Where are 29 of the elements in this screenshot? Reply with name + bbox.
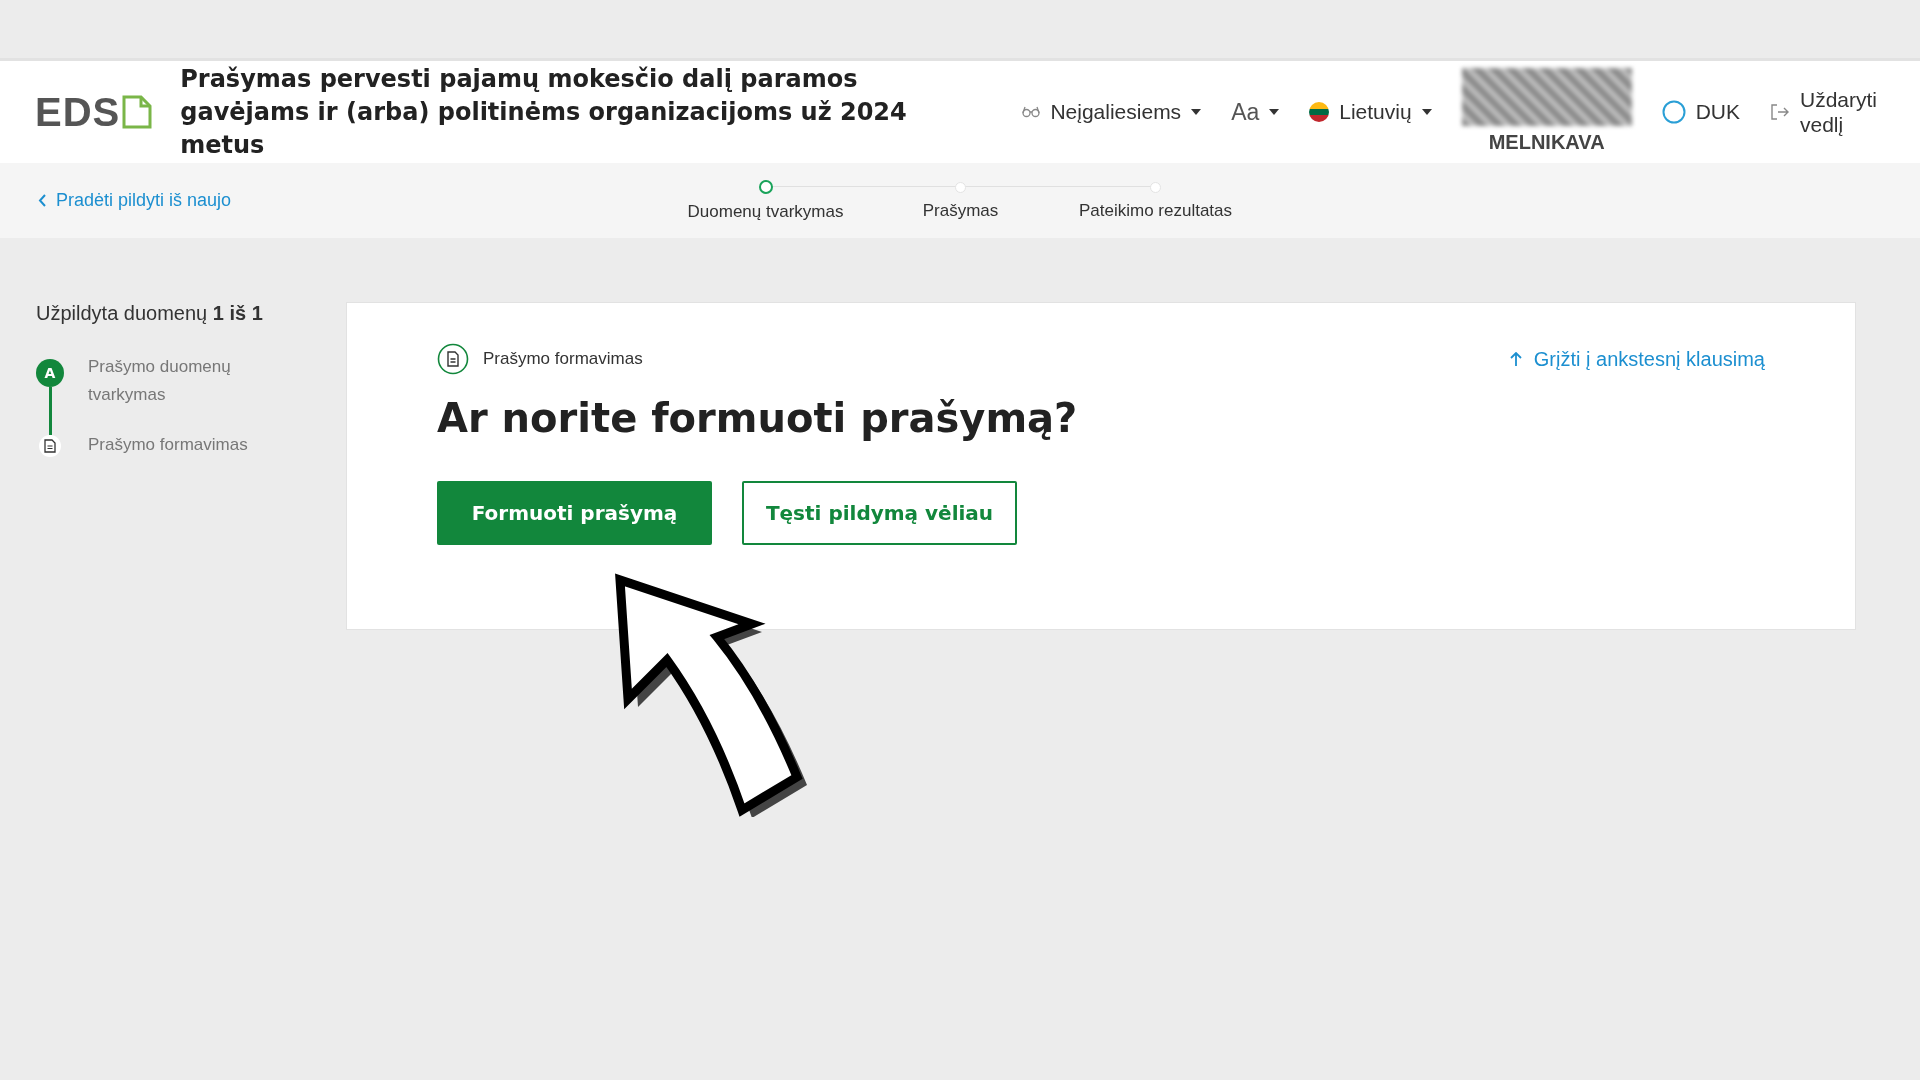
continue-later-button[interactable]: Tęsti pildymą vėliau [742, 481, 1017, 545]
step-badge: A [36, 359, 64, 387]
step-label[interactable]: Pateikimo rezultatas [1078, 200, 1233, 221]
nav-link[interactable]: Lietuvių [1309, 100, 1432, 124]
logo-text: EDS [35, 89, 121, 135]
nav-link[interactable]: DUK [1661, 100, 1740, 124]
user-name[interactable]: MELNIKAVA [1488, 131, 1605, 160]
nav-link[interactable]: Uždaryti vedlį [1770, 87, 1890, 137]
progress-text: Užpildyta duomenų 1 iš 1 [36, 302, 264, 325]
glasses-icon [1022, 106, 1041, 118]
help-circle-icon [1661, 100, 1686, 124]
document-icon [39, 435, 61, 457]
sidebar-step-label[interactable]: Prašymo formavimas [88, 434, 258, 457]
create-request-button[interactable]: Formuoti prašymą [437, 481, 712, 545]
step-label[interactable]: Prašymas [922, 200, 999, 221]
section-label: Prašymo formavimas [483, 349, 643, 369]
question-heading: Ar norite formuoti prašymą? [437, 395, 1079, 441]
chevron-left-icon [38, 194, 46, 207]
step-label[interactable]: Duomenų tvarkymas [687, 201, 844, 222]
nav-link[interactable]: Neįgaliesiems [1022, 100, 1202, 124]
exit-icon [1770, 103, 1790, 121]
document-circle-icon [437, 343, 469, 375]
flag-icon [1309, 102, 1330, 122]
arrow-up-icon [1509, 352, 1522, 366]
nav-link[interactable]: Aa [1231, 98, 1280, 126]
document-logo-icon [122, 95, 153, 129]
page-title: Prašymas pervesti pajamų mokesčio dalį paramos gavėjams ir (arba) politinėms organizacijoms už 2024 metus [180, 63, 908, 161]
sidebar-step-label[interactable]: Prašymo duomenų tvarkymas [88, 353, 258, 435]
previous-question-link[interactable]: Grįžti į ankstesnį klausimą [1509, 347, 1765, 371]
